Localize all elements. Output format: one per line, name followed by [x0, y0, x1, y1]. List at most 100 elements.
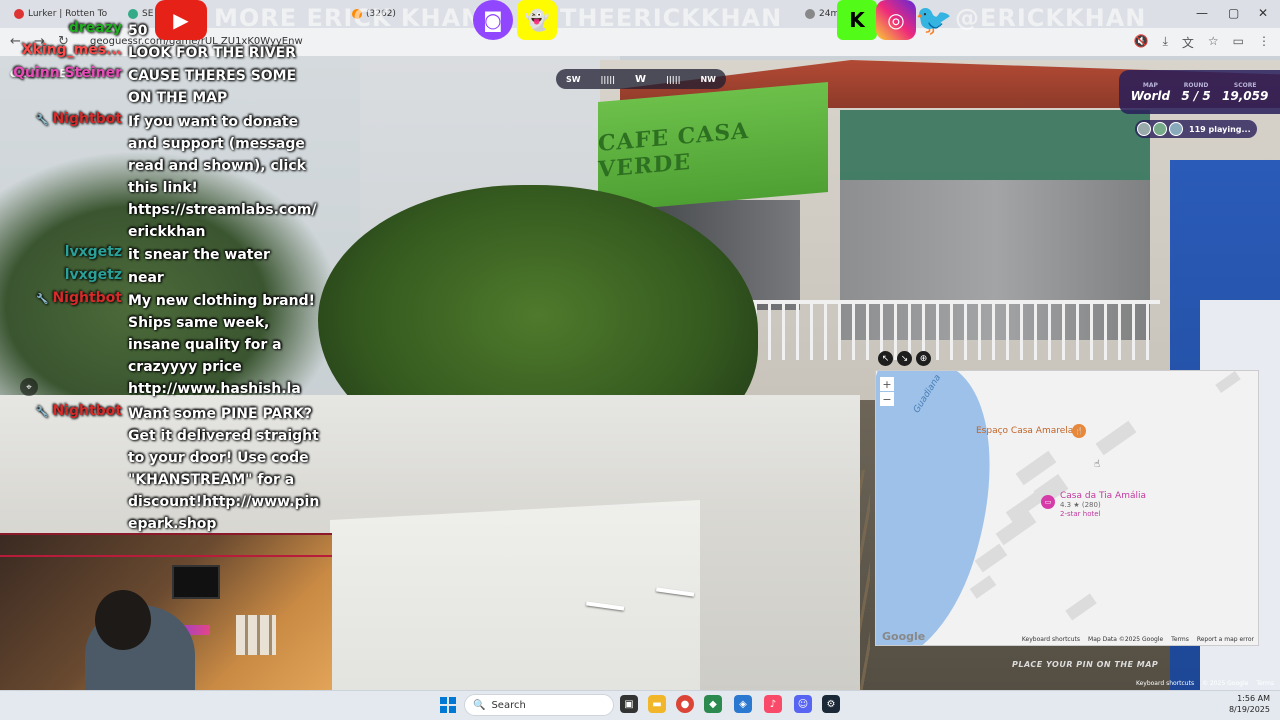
- chat-message: lvxgetz it snear the water: [0, 244, 323, 266]
- white-wall-front: [330, 500, 700, 690]
- chat-message: 🔧 Nightbot My new clothing brand! Ships s…: [0, 290, 323, 400]
- tab-favicon-icon: [128, 9, 138, 19]
- chat-text: Want some PINE PARK? Get it delivered st…: [128, 406, 320, 532]
- tab-favicon-icon: [14, 9, 24, 19]
- expand-map-icon[interactable]: ↖: [878, 351, 893, 366]
- compass-center: W: [635, 73, 647, 85]
- browser-tab[interactable]: 24m: [805, 4, 839, 24]
- avatar: [1169, 122, 1183, 136]
- avatar: [1153, 122, 1167, 136]
- app2-icon[interactable]: ◈: [734, 695, 752, 713]
- map-place-rating: 4.3 ★ (280): [1060, 501, 1101, 509]
- compass-left: SW: [565, 74, 581, 84]
- map-report-error-link[interactable]: Report a map error: [1197, 636, 1254, 643]
- map-river: [876, 371, 1029, 645]
- status-map: MAP World: [1130, 81, 1171, 103]
- status-round: ROUND 5 / 5: [1181, 81, 1211, 103]
- clock-date: 8/19/2025: [1228, 705, 1270, 714]
- chat-username: Xking_mes...: [21, 42, 122, 58]
- streamer-head: [95, 590, 151, 650]
- map-size-controls: ↖ ↘ ⊕: [878, 351, 931, 366]
- windows-taskbar: [0, 690, 1280, 720]
- players-indicator[interactable]: 119 playing...: [1135, 120, 1257, 138]
- map-place-type: 2-star hotel: [1060, 510, 1101, 518]
- chat-username: Quinn Steiner: [13, 65, 122, 81]
- close-icon[interactable]: ✕: [1258, 6, 1268, 20]
- address-bar-actions: 🔇 ⤓ 文 ☆ ▭ ⋮: [1134, 34, 1270, 51]
- map-footer: Keyboard shortcuts Map Data ©2025 Google…: [1022, 636, 1254, 643]
- chat-message: 🔧 Nightbot Want some PINE PARK? Get it de…: [0, 403, 323, 535]
- menu-icon[interactable]: ⋮: [1258, 34, 1270, 51]
- map-terms-link[interactable]: Terms: [1171, 636, 1189, 643]
- streetview-footer: Keyboard shortcuts © 2025 Google Terms: [1136, 680, 1274, 687]
- taskbar-search[interactable]: 🔍 Search: [464, 694, 614, 716]
- discord-icon[interactable]: ☺: [794, 695, 812, 713]
- sidebar-icon[interactable]: ▭: [1233, 34, 1244, 51]
- shop-awning: CAFE CASA VERDE: [598, 81, 828, 213]
- chat-username: lvxgetz: [64, 267, 122, 283]
- shop-sign: CAFE CASA VERDE: [598, 117, 750, 184]
- map-place-label: Casa da Tia Amália: [1060, 491, 1147, 501]
- map-zoom-in-button[interactable]: +: [880, 377, 894, 391]
- teal-band: [840, 110, 1150, 190]
- map-zoom-out-button[interactable]: −: [880, 392, 894, 406]
- chat-text: near: [128, 270, 164, 286]
- sv-copyright: © 2025 Google: [1202, 680, 1249, 687]
- map-place-label: Espaço Casa Amarela: [976, 426, 1074, 436]
- map-building: [1095, 420, 1137, 456]
- sv-terms-link[interactable]: Terms: [1256, 680, 1274, 687]
- guess-minimap[interactable]: Guadiana + − Espaço Casa Amarela 🍴 ▭ Cas…: [875, 370, 1259, 646]
- map-building: [1215, 371, 1241, 393]
- minimize-icon[interactable]: —: [1196, 6, 1208, 20]
- windows-start-icon[interactable]: [440, 697, 456, 713]
- chrome-icon[interactable]: ●: [676, 695, 694, 713]
- restaurant-poi-icon[interactable]: 🍴: [1072, 424, 1086, 438]
- shrink-map-icon[interactable]: ↘: [897, 351, 912, 366]
- game-status-panel: MAP World ROUND 5 / 5 SCORE 19,059: [1119, 70, 1280, 114]
- chat-text: 50: [128, 23, 148, 39]
- chat-message: lvxgetz near: [0, 267, 323, 289]
- wrench-icon: 🔧: [36, 115, 49, 126]
- chat-text: CAUSE THERES SOME ON THE MAP: [128, 68, 297, 106]
- chat-message: Quinn Steiner CAUSE THERES SOME ON THE M…: [0, 65, 323, 109]
- webcam-feed: [0, 533, 332, 690]
- search-icon: 🔍: [473, 699, 486, 711]
- chat-username: 🔧 Nightbot: [36, 111, 122, 127]
- translate-icon[interactable]: 文: [1182, 34, 1194, 51]
- clock-time: 1:56 AM: [1237, 694, 1270, 703]
- browser-tab[interactable]: (3262): [352, 4, 396, 24]
- map-keyboard-shortcuts-link[interactable]: Keyboard shortcuts: [1022, 636, 1080, 643]
- sv-keyboard-shortcuts-link[interactable]: Keyboard shortcuts: [1136, 680, 1194, 687]
- itunes-icon[interactable]: ♪: [764, 695, 782, 713]
- mute-icon[interactable]: 🔇: [1134, 34, 1149, 51]
- app-icon[interactable]: ◆: [704, 695, 722, 713]
- chat-text: My new clothing brand! Ships same week, …: [128, 293, 315, 397]
- chat-username: lvxgetz: [64, 244, 122, 260]
- webcam-monitor: [172, 565, 220, 599]
- maximize-icon[interactable]: ▢: [1228, 6, 1239, 20]
- install-icon[interactable]: ⤓: [1163, 34, 1168, 51]
- hotel-poi-icon[interactable]: ▭: [1041, 495, 1055, 509]
- tab-favicon-icon: [805, 9, 815, 19]
- webcam-skateboards: [236, 615, 276, 655]
- folder-icon[interactable]: ▬: [648, 695, 666, 713]
- steam-icon[interactable]: ⚙: [822, 695, 840, 713]
- map-building: [969, 575, 997, 599]
- task-view-icon[interactable]: ▣: [620, 695, 638, 713]
- wrench-icon: 🔧: [36, 407, 49, 418]
- cursor-hand-icon: ☝: [1094, 459, 1101, 470]
- taskbar-clock[interactable]: 1:56 AM 8/19/2025: [1229, 693, 1270, 715]
- google-logo: Google: [882, 630, 926, 643]
- chat-text: LOOK FOR THE RIVER: [128, 45, 296, 61]
- status-score: SCORE 19,059: [1222, 81, 1269, 103]
- compass-right: NW: [700, 74, 717, 84]
- place-pin-hint: PLACE YOUR PIN ON THE MAP: [1012, 660, 1159, 669]
- chat-text: it snear the water: [128, 247, 270, 263]
- map-data-credit: Map Data ©2025 Google: [1088, 636, 1164, 643]
- avatar: [1137, 122, 1151, 136]
- pin-map-icon[interactable]: ⊕: [916, 351, 931, 366]
- bookmark-star-icon[interactable]: ☆: [1208, 34, 1219, 51]
- webcam-accent-line: [0, 555, 332, 557]
- chat-username: 🔧 Nightbot: [36, 403, 122, 419]
- chat-username: 🔧 Nightbot: [36, 290, 122, 306]
